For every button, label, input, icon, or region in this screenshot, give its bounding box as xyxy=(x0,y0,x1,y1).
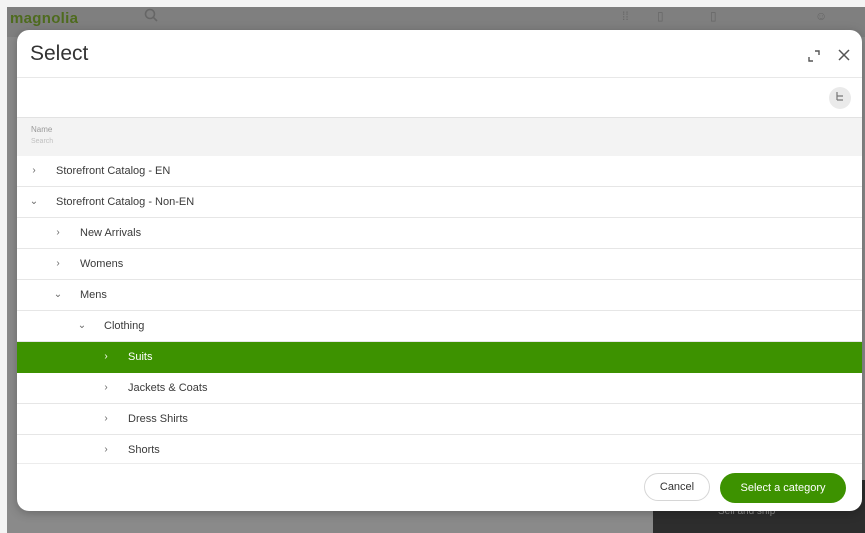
column-filter-input[interactable]: Search xyxy=(31,138,53,145)
chevron-down-icon[interactable]: ⌄ xyxy=(29,187,39,217)
tree-view-icon xyxy=(834,89,846,107)
page-edge xyxy=(0,0,7,533)
tree-row[interactable]: ⌄ Storefront Catalog - Non-EN xyxy=(17,187,862,218)
tree-rows: › Storefront Catalog - EN ⌄ Storefront C… xyxy=(17,156,862,461)
chevron-right-icon[interactable]: › xyxy=(101,373,111,403)
bookmark-icon: ▯ xyxy=(657,9,664,23)
tree-row[interactable]: › Dress Shirts xyxy=(17,404,862,435)
divider xyxy=(17,77,862,78)
tree-row-label: Dress Shirts xyxy=(128,413,188,425)
tree-row-label: Jackets & Coats xyxy=(128,382,208,394)
chevron-down-icon[interactable]: ⌄ xyxy=(53,280,63,310)
user-icon: ☺ xyxy=(815,9,828,23)
tree-row[interactable]: ⌄ Mens xyxy=(17,280,862,311)
tree-row-label: Storefront Catalog - EN xyxy=(56,165,171,177)
tree-row-label: Shorts xyxy=(128,444,160,456)
tree-row-label: New Arrivals xyxy=(80,227,142,239)
chevron-down-icon[interactable]: ⌄ xyxy=(77,311,87,341)
tree-row-label: Storefront Catalog - Non-EN xyxy=(56,196,195,208)
chevron-right-icon[interactable]: › xyxy=(29,156,39,186)
tree-row[interactable]: › Womens xyxy=(17,249,862,280)
chevron-right-icon[interactable]: › xyxy=(53,249,63,279)
tree-row[interactable]: › Jackets & Coats xyxy=(17,373,862,404)
cancel-button[interactable]: Cancel xyxy=(644,473,710,501)
chevron-right-icon[interactable]: › xyxy=(101,435,111,461)
select-category-button[interactable]: Select a category xyxy=(720,473,846,503)
tree-view-button[interactable] xyxy=(829,87,851,109)
maximize-icon[interactable] xyxy=(806,48,822,64)
column-header-name[interactable]: Name xyxy=(31,125,52,134)
column-header: Name Search xyxy=(17,117,862,157)
tree-row[interactable]: › New Arrivals xyxy=(17,218,862,249)
tree-row-label: Clothing xyxy=(104,320,145,332)
tree-row[interactable]: › Storefront Catalog - EN xyxy=(17,156,862,187)
page-edge xyxy=(0,0,865,7)
tree-row-label: Womens xyxy=(80,258,124,270)
search-icon xyxy=(144,8,158,25)
apps-grid-icon: ⁞⁞ xyxy=(622,9,629,23)
close-icon[interactable] xyxy=(836,47,852,63)
dialog-title: Select xyxy=(30,42,89,65)
divider xyxy=(17,463,862,464)
chevron-right-icon[interactable]: › xyxy=(101,404,111,434)
tree-row-label: Suits xyxy=(128,351,153,363)
select-dialog: Select Name Search › Storefront Catalog … xyxy=(17,30,862,511)
tree-row[interactable]: ⌄ Clothing xyxy=(17,311,862,342)
chevron-right-icon[interactable]: › xyxy=(53,218,63,248)
tree-row[interactable]: › Shorts xyxy=(17,435,862,461)
chevron-right-icon[interactable]: › xyxy=(101,342,111,372)
tree-row-label: Mens xyxy=(80,289,107,301)
bookmark-icon: ▯ xyxy=(710,9,717,23)
app-logo: magnolia xyxy=(10,10,79,27)
tree-row-selected[interactable]: › Suits xyxy=(17,342,862,373)
